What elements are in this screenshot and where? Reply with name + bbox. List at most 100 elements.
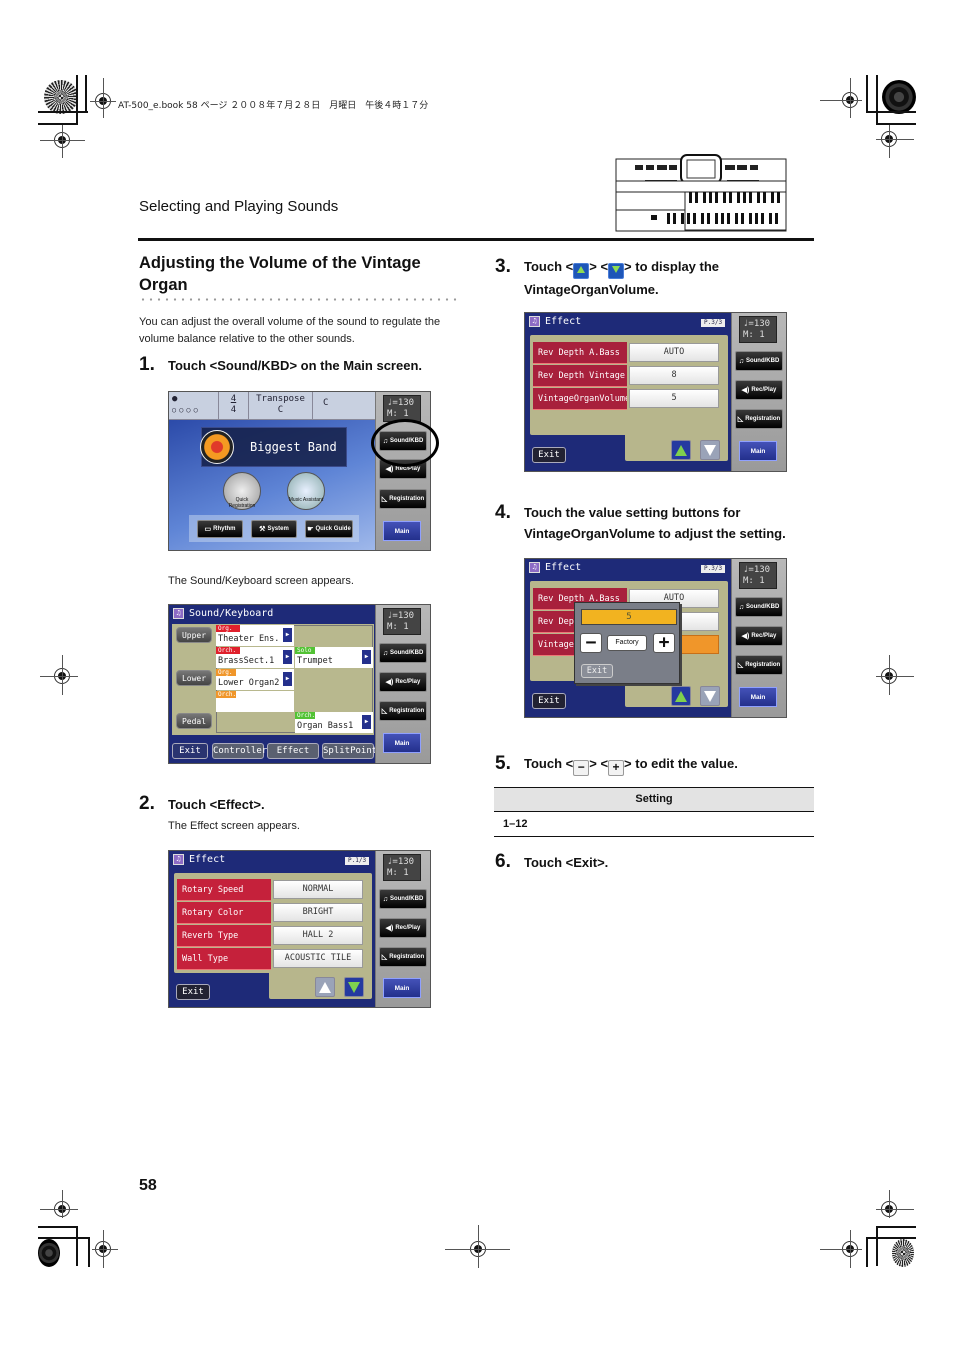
tone-slot[interactable]: Orch.	[216, 691, 294, 712]
popup-exit-button[interactable]: Exit	[581, 664, 613, 678]
page-down-button[interactable]	[700, 686, 720, 706]
speaker-icon: ◀)	[385, 925, 394, 932]
system-button[interactable]: ⚒ System	[251, 520, 297, 538]
select-arrow-icon[interactable]: ▶	[283, 672, 292, 686]
highlight-circle	[371, 419, 439, 467]
part-upper-button[interactable]: Upper	[176, 627, 212, 643]
page-number: 58	[139, 1177, 157, 1194]
step-number: 1.	[139, 354, 155, 375]
sound-kbd-button[interactable]: ♫ Sound/KBD	[379, 889, 427, 909]
tone-slot[interactable]: Orch. Organ Bass1 ▶	[295, 712, 373, 733]
music-assistant-button[interactable]: Music Assistant	[287, 472, 325, 510]
beat-indicator: ● ○○○○	[169, 392, 219, 419]
time-signature[interactable]: 44	[219, 392, 249, 419]
increment-button[interactable]: +	[653, 633, 675, 653]
main-button[interactable]: Main	[383, 733, 421, 753]
up-arrow-icon	[319, 981, 331, 993]
decrement-button[interactable]: −	[580, 633, 602, 653]
effect-row[interactable]: Reverb Type HALL 2	[177, 925, 363, 947]
sound-kbd-button[interactable]: ♫ Sound/KBD	[735, 597, 783, 617]
note-icon: ♫	[529, 316, 540, 327]
step-number: 3.	[495, 256, 511, 277]
header-rule	[138, 238, 814, 241]
step-text: Touch <Effect>.	[168, 797, 265, 812]
step-number: 4.	[495, 502, 511, 523]
effect-row[interactable]: Rev Depth Vintage 8	[533, 365, 719, 387]
select-arrow-icon[interactable]: ▶	[362, 715, 371, 729]
rec-play-button[interactable]: ◀) Rec/Play	[735, 380, 783, 400]
drum-icon: ▭	[204, 526, 212, 533]
part-lower-button[interactable]: Lower	[176, 670, 212, 686]
side-panel: ♩=130 M: 1 ♫ Sound/KBD ◀) Rec/Play ◺ Registr…	[375, 392, 430, 550]
registration-button[interactable]: ◺ Registration	[735, 409, 783, 429]
exit-tab[interactable]: Exit	[172, 743, 208, 759]
registration-icon: ◺	[737, 416, 744, 423]
exit-button[interactable]: Exit	[176, 984, 210, 1000]
effect-value-popup-screenshot: ♫ Effect P.3/3 Rev Depth A.Bass AUTO Rev D…	[524, 558, 787, 718]
factory-button[interactable]: Factory	[607, 635, 647, 651]
book-info-line: AT-500_e.book 58 ページ ２００８年７月２８日 月曜日 午後４時…	[118, 101, 429, 111]
part-pedal-button[interactable]: Pedal	[176, 713, 212, 729]
select-arrow-icon[interactable]: ▶	[362, 650, 371, 664]
effect-row[interactable]: Rotary Speed NORMAL	[177, 879, 363, 901]
main-button[interactable]: Main	[383, 978, 421, 998]
note-icon: ♫	[529, 562, 540, 573]
effect-row[interactable]: Wall Type ACOUSTIC TILE	[177, 948, 363, 970]
step-text: Touch <Sound/KBD> on the Main screen.	[168, 358, 423, 373]
note-icon: ♫	[173, 854, 184, 865]
registration-button[interactable]: ◺ Registration	[379, 701, 427, 721]
page-up-button[interactable]	[671, 686, 691, 706]
exit-button[interactable]: Exit	[532, 447, 566, 463]
minus-button-icon: −	[573, 760, 590, 776]
trim-mark	[76, 75, 78, 125]
rhythm-button[interactable]: ▭ Rhythm	[197, 520, 243, 538]
tempo-display: ♩=130 M: 1	[383, 608, 421, 635]
tone-slot[interactable]: Org. Lower Organ2 ▶	[216, 669, 294, 690]
quick-registration-button[interactable]: Quick Registration	[223, 472, 261, 510]
intro-paragraph: You can adjust the overall volume of the…	[139, 316, 441, 345]
up-arrow-icon	[675, 690, 687, 702]
tone-slot[interactable]: Orch. BrassSect.1 ▶	[216, 647, 294, 668]
select-arrow-icon[interactable]: ▶	[283, 628, 292, 642]
page-up-button[interactable]	[315, 977, 335, 997]
controller-tab[interactable]: Controller	[212, 743, 267, 759]
main-button[interactable]: Main	[739, 441, 777, 461]
select-arrow-icon[interactable]: ▶	[283, 650, 292, 664]
up-arrow-button-icon	[573, 263, 590, 279]
rec-play-button[interactable]: ◀) Rec/Play	[735, 626, 783, 646]
registration-button[interactable]: ◺ Registration	[735, 655, 783, 675]
rec-play-button[interactable]: ◀) Rec/Play	[379, 672, 427, 692]
effect-tab[interactable]: Effect	[267, 743, 319, 759]
step-number: 6.	[495, 851, 511, 872]
page-indicator: P.1/3	[345, 857, 370, 865]
page-indicator: P.3/3	[701, 565, 726, 573]
tone-slot[interactable]: Org. Theater Ens. ▶	[216, 625, 294, 646]
note-icon: ♫	[382, 649, 388, 657]
setting-table: Setting 1–12	[494, 787, 814, 837]
side-panel: ♩=130 M: 1 ♫ Sound/KBD ◀) Rec/Play ◺ Registr…	[375, 605, 430, 763]
effect-row[interactable]: VintageOrganVolume 5	[533, 388, 719, 410]
quick-guide-button[interactable]: ☛ Quick Guide	[305, 520, 353, 538]
tone-slot[interactable]: Solo Trumpet ▶	[295, 647, 373, 668]
effect-row[interactable]: Rev Depth A.Bass AUTO	[533, 342, 719, 364]
rec-play-button[interactable]: ◀) Rec/Play	[379, 918, 427, 938]
page-down-button[interactable]	[700, 440, 720, 460]
effect-page-1-screenshot: ♫ Effect P.1/3 Rotary Speed NORMAL Rotary …	[168, 850, 431, 1008]
key-display[interactable]: C	[313, 392, 338, 419]
page-up-button[interactable]	[671, 440, 691, 460]
registration-button[interactable]: ◺ Registration	[379, 489, 427, 509]
splitpoint-tab[interactable]: SplitPoint	[322, 743, 377, 759]
transpose-display[interactable]: Transpose C	[249, 392, 313, 419]
rhythm-song-medal-icon	[200, 430, 234, 464]
main-button[interactable]: Main	[739, 687, 777, 707]
sound-kbd-button[interactable]: ♫ Sound/KBD	[379, 643, 427, 663]
effect-row[interactable]: Rotary Color BRIGHT	[177, 902, 363, 924]
song-display[interactable]: Biggest Band	[200, 427, 347, 467]
registration-button[interactable]: ◺ Registration	[379, 947, 427, 967]
sound-kbd-button[interactable]: ♫ Sound/KBD	[735, 351, 783, 371]
table-header: Setting	[494, 787, 814, 812]
exit-button[interactable]: Exit	[532, 693, 566, 709]
page-down-button[interactable]	[344, 977, 364, 997]
tempo-display: ♩=130 M: 1	[739, 316, 777, 343]
main-button[interactable]: Main	[383, 521, 421, 541]
